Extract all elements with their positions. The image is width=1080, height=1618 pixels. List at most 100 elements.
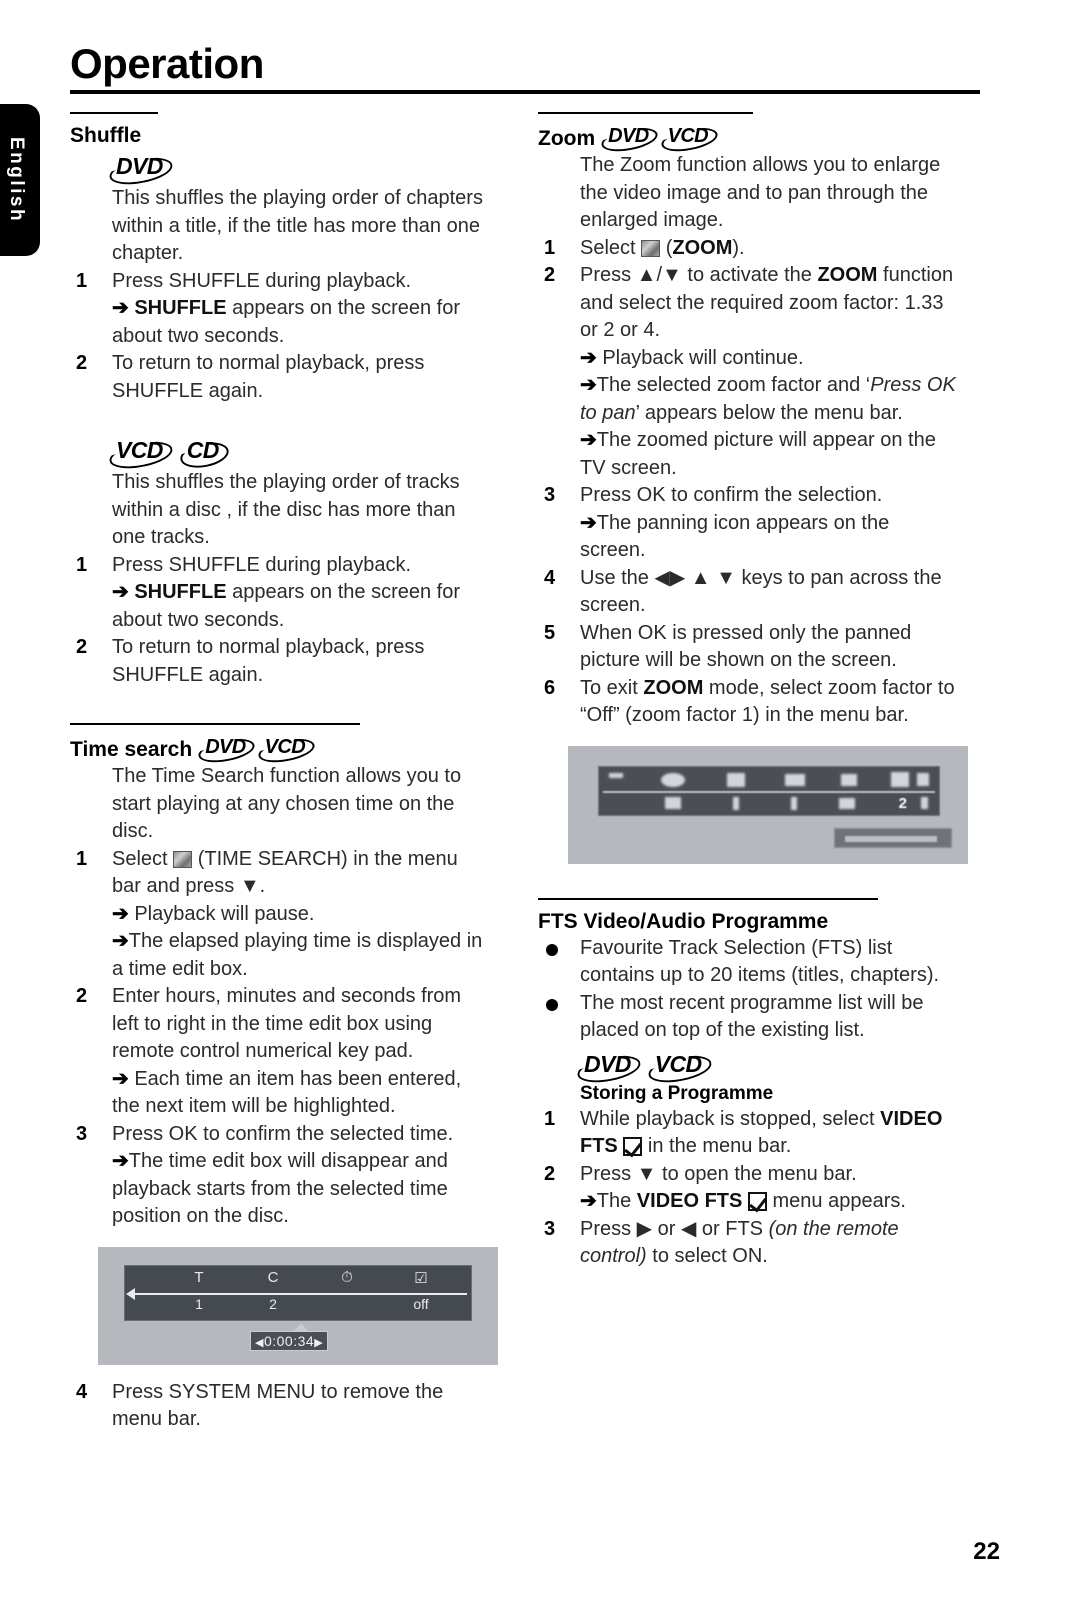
fts-heading: FTS Video/Audio Programme [538,904,958,933]
list-item: The most recent programme list will be p… [538,990,958,1045]
list-item: 2 Press ▼ to open the menu bar. ➔The VID… [538,1161,958,1216]
arrow-icon: ➔ [112,581,129,604]
arrow-icon: ➔ [580,1190,597,1213]
step-number: 4 [544,566,556,589]
list-item: 1 Select (TIME SEARCH) in the menu bar a… [70,846,490,984]
step-text-b: in the menu bar. [642,1135,792,1158]
zoom-keyword: ZOOM [672,236,733,259]
arrow-icon: ➔ [580,374,597,396]
video-fts-keyword: VIDEO FTS [636,1190,743,1213]
list-item: 1 Press SHUFFLE during playback. ➔ SHUFF… [70,268,490,351]
menu-cell-title-label: T [194,1268,204,1286]
time-search-steps-cont: 4 Press SYSTEM MENU to remove the menu b… [70,1379,490,1434]
step-text: When OK is pressed only the panned pictu… [580,621,912,672]
step-text-a: Press ▶ or ◀ or FTS [580,1217,769,1240]
zoom-factor-value: 2 [898,794,907,812]
audio-glyph-icon [841,773,857,786]
vcd-logo-icon: VCD [261,735,311,761]
zoom-heading-label: Zoom [538,126,596,150]
vcd-logo-label: VCD [654,1050,702,1077]
bullet-text: Favourite Track Selection (FTS) list con… [580,936,940,987]
list-item: 3 Press OK to confirm the selected time.… [70,1121,490,1231]
step-number: 2 [544,264,556,286]
arrow-icon: ➔ [112,1150,129,1173]
step-text-a: Press ▲/▼ to activate the [580,264,818,286]
step-text: To return to normal playback, press SHUF… [112,636,425,686]
menu-value-chapter: 2 [269,1295,277,1312]
play-glyph-icon [727,772,745,787]
time-search-heading-rule [70,723,360,726]
result-text-2: ’ appears below the menu bar. [635,401,903,424]
fts-logo-row: DVD VCD [580,1051,958,1081]
menu-value-glyph [791,796,797,810]
menu-divider [603,790,935,793]
check-icon: ☑ [414,1269,428,1287]
zoom-keyword: ZOOM [817,264,878,286]
check-icon [623,1137,643,1157]
page-title: Operation [70,40,264,87]
step-text-a: While playback is stopped, select [580,1107,881,1130]
step-number: 2 [76,352,88,375]
bullet-text: The most recent programme list will be p… [580,991,924,1042]
menu-value-glyph [733,796,739,810]
dvd-logo-icon: DVD [604,124,654,150]
zoom-glyph-icon [891,771,909,787]
step-result: ➔ Playback will pause. [112,901,490,929]
result-text: The zoomed picture will appear on the TV… [580,429,936,479]
step-result: ➔ SHUFFLE appears on the screen for abou… [112,579,490,634]
result-text: Each time an item has been entered, the … [112,1067,462,1118]
time-edit-box: ◀0:00:34▶ [250,1330,329,1351]
zoom-keyword: ZOOM [643,676,704,699]
osd-menu-bar: T C ⏱ ☑ 1 2 off [124,1264,472,1321]
step-number: 3 [544,484,556,506]
step-number: 1 [544,1107,556,1130]
step-number: 5 [544,621,556,644]
dvd-logo-label: DVD [608,125,649,147]
title-divider [70,90,980,94]
forward-glyph-icon [785,773,805,786]
time-search-tile-icon [173,850,193,868]
step-result: ➔The elapsed playing time is displayed i… [112,928,490,983]
list-item: 2 Enter hours, minutes and seconds from … [70,983,490,1121]
shuffle-vcd-cd-logo-row: VCD CD [112,437,490,467]
menu-value-glyph [921,796,928,809]
arrow-icon: ➔ [580,511,597,534]
zoom-tile-icon [641,239,661,257]
arrow-icon: ➔ [112,297,129,320]
zoom-intro: The Zoom function allows you to enlarge … [580,154,941,231]
list-item: 6 To exit ZOOM mode, select zoom factor … [538,675,958,730]
step-number: 2 [76,636,88,659]
time-search-heading-label: Time search [70,738,193,761]
list-item: 3 Press ▶ or ◀ or FTS (on the remote con… [538,1216,958,1271]
list-item: 1 Press SHUFFLE during playback. ➔ SHUFF… [70,552,490,635]
menu-value-fts: off [413,1295,429,1312]
arrow-icon: ➔ [112,902,129,925]
vcd-logo-icon: VCD [112,437,169,467]
arrow-icon: ➔ [580,346,597,369]
time-right-caret-icon: ▶ [314,1336,324,1349]
zoom-heading-rule [538,112,753,114]
step-number: 1 [76,269,88,292]
menu-value-glyph [839,797,855,809]
step-paren-close: ). [732,236,745,259]
shuffle-dvd-logo-row: DVD [112,153,490,183]
dvd-logo-label: DVD [205,736,246,759]
result-pre: The [596,1190,637,1213]
menu-value-title: 1 [195,1295,203,1312]
step-number: 2 [76,985,88,1008]
step-number: 6 [544,676,556,699]
vcd-logo-icon: VCD [664,124,714,150]
step-text: Press OK to confirm the selected time. [112,1122,454,1145]
dvd-logo-label: DVD [584,1050,631,1077]
list-item: 1 Select (ZOOM). [538,235,958,263]
step-number: 1 [76,847,88,870]
step-number: 4 [76,1380,88,1403]
step-text: To return to normal playback, press SHUF… [112,352,425,402]
result-text: Playback will pause. [128,902,315,925]
shuffle-vcd-steps: 1 Press SHUFFLE during playback. ➔ SHUFF… [70,552,490,690]
menu-glyph [609,772,623,778]
shuffle-dvd-intro: This shuffles the playing order of chapt… [112,187,483,265]
step-text-pre: Select [580,236,642,259]
result-text: Playback will continue. [596,346,804,369]
result-post: menu appears. [766,1190,906,1213]
